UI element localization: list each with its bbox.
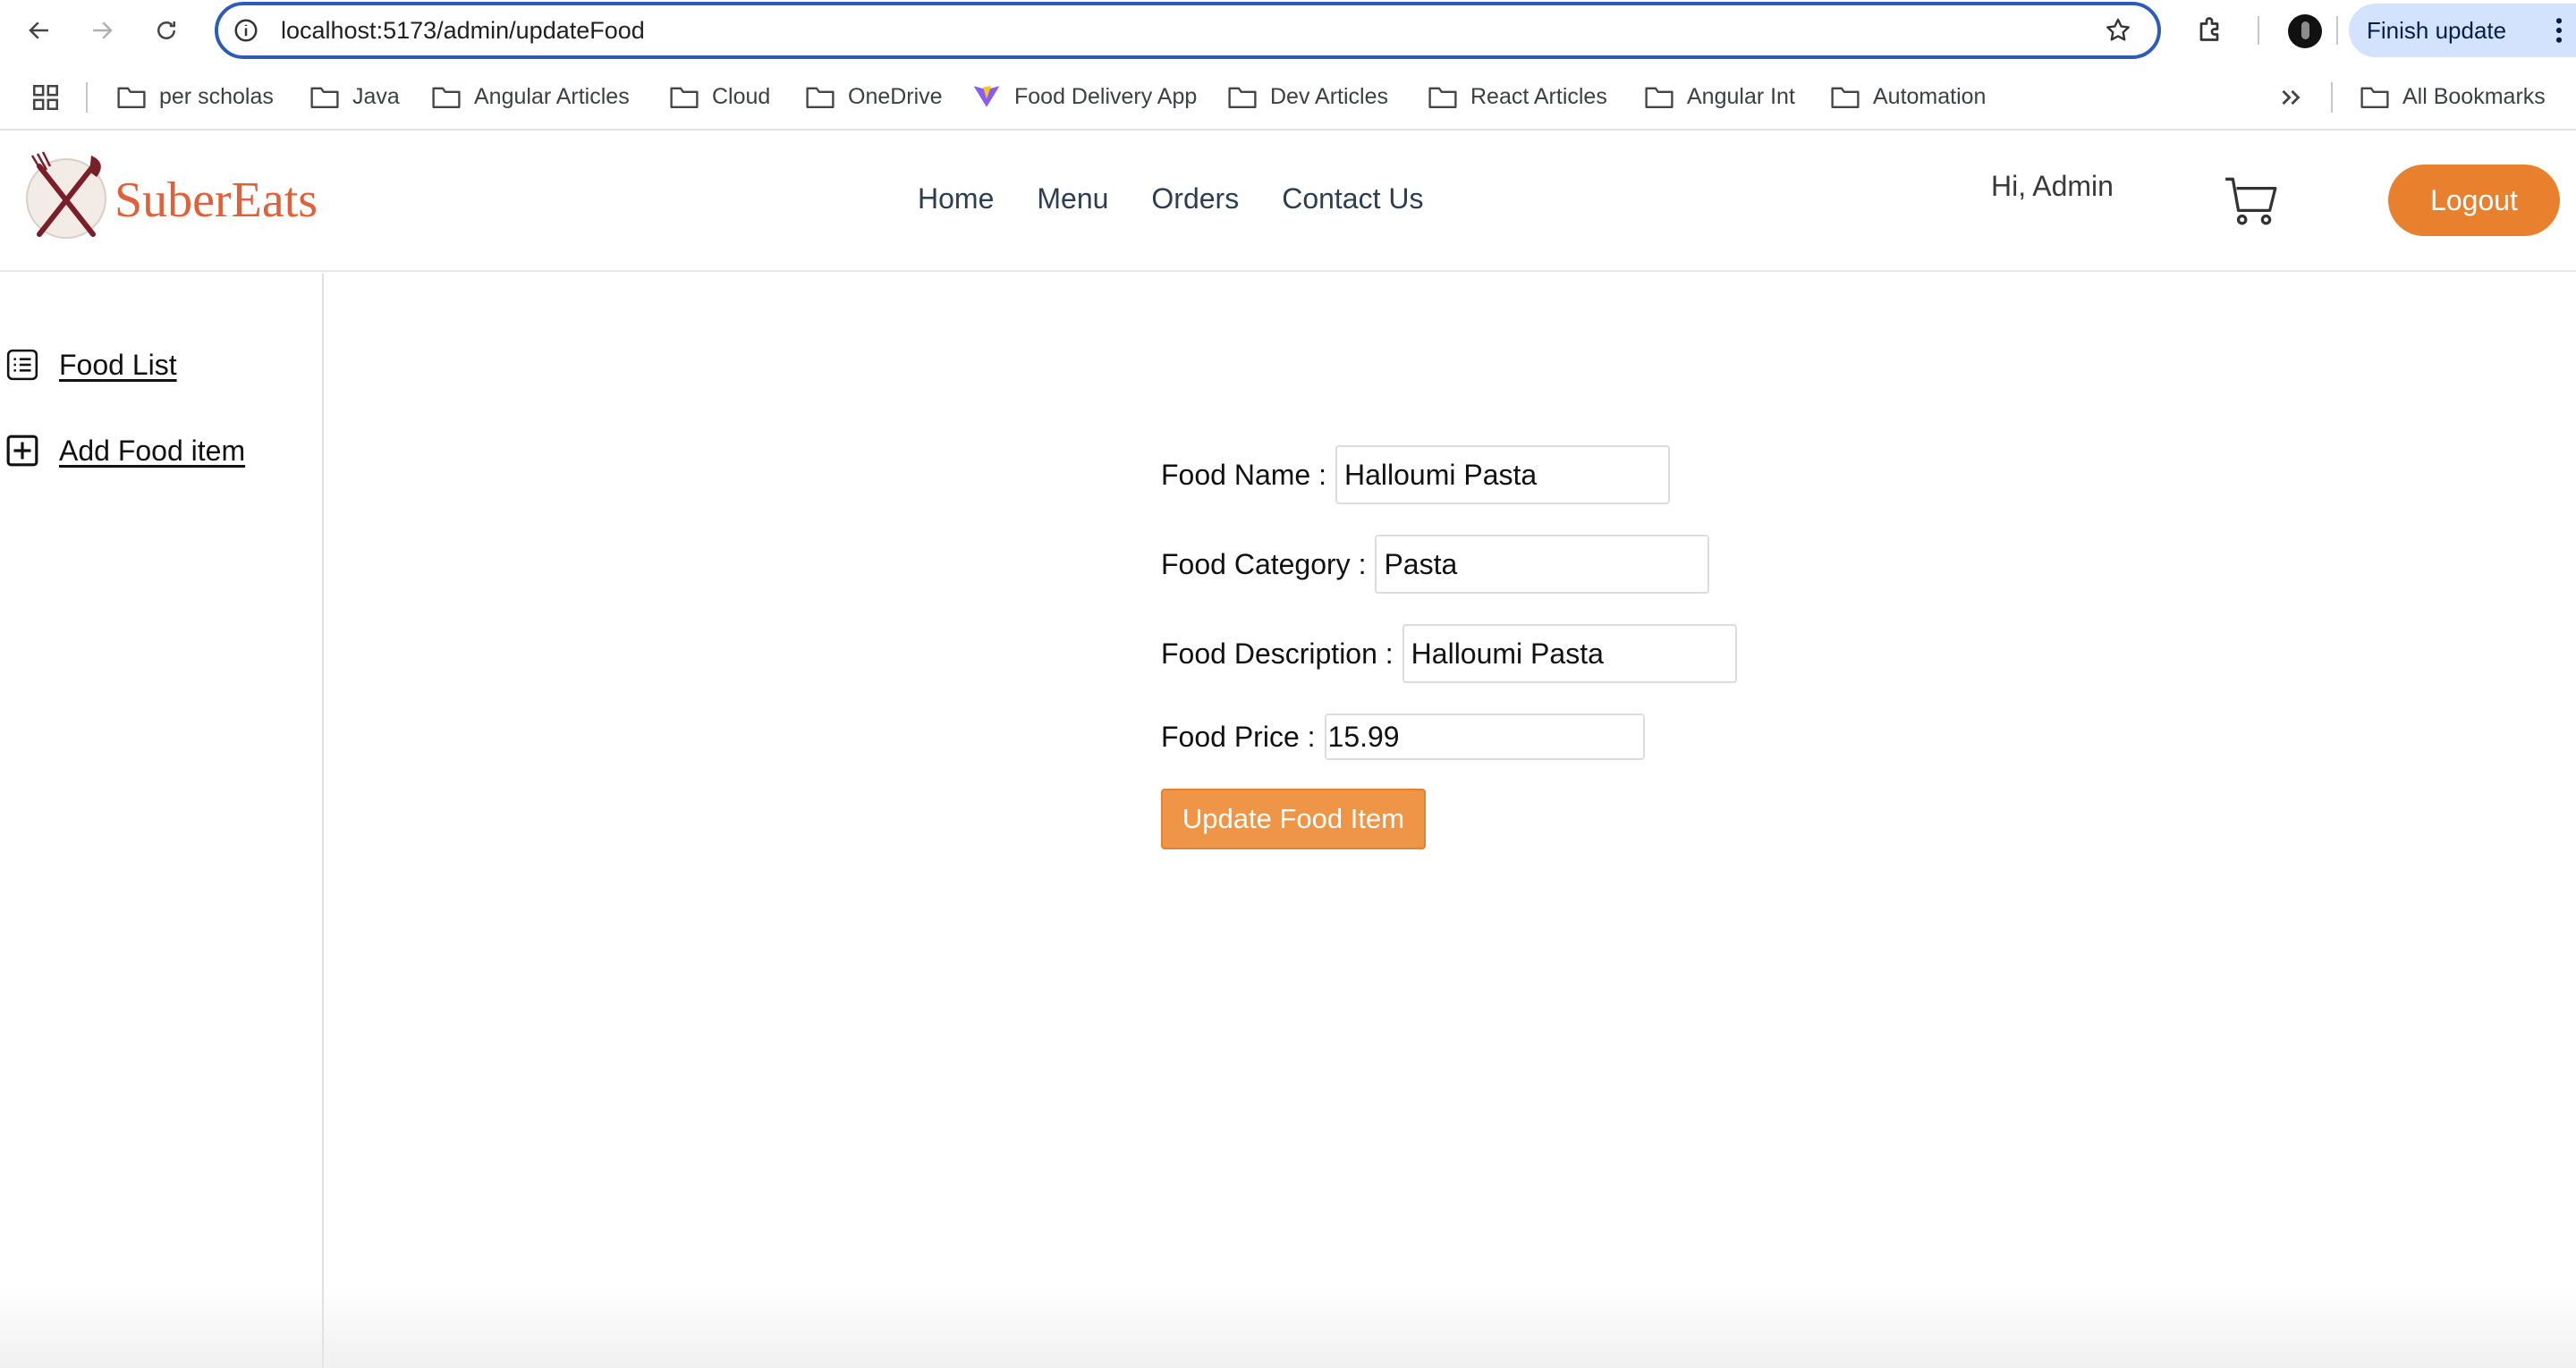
extensions-icon[interactable] — [2193, 14, 2225, 46]
finish-update-label: Finish update — [2367, 16, 2507, 44]
address-bar[interactable]: localhost:5173/admin/updateFood — [215, 2, 2161, 59]
fork-knife-logo-icon[interactable] — [21, 150, 111, 243]
folder-icon — [1228, 87, 1257, 108]
bookmark-label: Automation — [1873, 83, 1987, 109]
back-button[interactable] — [20, 11, 59, 50]
profile-avatar[interactable] — [2288, 14, 2322, 48]
bookmark-label: Java — [352, 83, 400, 109]
bookmark-item[interactable]: Angular Int — [1644, 79, 1795, 114]
folder-icon — [117, 87, 146, 108]
app-header: SuberEats Home Menu Orders Contact Us Hi… — [0, 132, 2576, 272]
all-bookmarks-label: All Bookmarks — [2402, 83, 2546, 109]
toolbar-divider — [2336, 16, 2338, 45]
toolbar-divider — [2258, 16, 2259, 45]
folder-icon — [806, 87, 835, 108]
bookmark-label: Angular Articles — [474, 83, 630, 109]
vite-icon — [973, 86, 1000, 107]
bookmark-label: Angular Int — [1687, 83, 1795, 109]
food-price-label: Food Price : — [1161, 720, 1316, 753]
folder-icon — [1428, 87, 1457, 108]
food-name-input[interactable] — [1335, 445, 1670, 504]
url-text[interactable]: localhost:5173/admin/updateFood — [281, 17, 645, 45]
bookmark-item[interactable]: Food Delivery App — [971, 79, 1197, 114]
arrow-left-icon — [29, 21, 48, 39]
arrow-right-icon — [93, 21, 113, 39]
nav-home[interactable]: Home — [918, 182, 994, 215]
admin-sidebar: Food List Add Food item — [0, 274, 324, 1368]
logout-button[interactable]: Logout — [2388, 165, 2560, 236]
browser-toolbar: localhost:5173/admin/updateFood Finish u… — [0, 0, 2576, 61]
folder-icon — [670, 87, 699, 108]
bookmark-item[interactable]: Java — [309, 79, 400, 114]
all-bookmarks-button[interactable]: All Bookmarks — [2360, 79, 2546, 114]
site-info-icon[interactable] — [233, 17, 259, 44]
bookmarks-bar: per scholas Java Angular Articles Cloud … — [0, 63, 2576, 131]
brand-name[interactable]: SuberEats — [114, 172, 318, 229]
update-food-button[interactable]: Update Food Item — [1161, 789, 1426, 849]
food-name-row: Food Name : — [1161, 445, 1670, 504]
more-menu-icon[interactable] — [2555, 16, 2563, 45]
food-name-label: Food Name : — [1161, 458, 1326, 491]
bookmark-label: Cloud — [712, 83, 771, 109]
bookmark-item[interactable]: per scholas — [116, 79, 274, 114]
plus-square-icon — [6, 435, 38, 467]
folder-icon — [1645, 87, 1674, 108]
chevron-double-right-icon[interactable] — [2275, 82, 2306, 113]
bookmark-label: per scholas — [159, 83, 274, 109]
sidebar-item-label[interactable]: Add Food item — [59, 435, 245, 468]
user-greeting: Hi, Admin — [1991, 170, 2114, 202]
sidebar-item-food-list[interactable]: Food List — [5, 347, 177, 383]
bookmark-label: Food Delivery App — [1014, 83, 1198, 109]
food-description-label: Food Description : — [1161, 637, 1394, 670]
page: localhost:5173/admin/updateFood Finish u… — [0, 0, 2576, 1368]
folder-icon — [432, 87, 461, 108]
food-category-input[interactable] — [1375, 535, 1710, 594]
bookmark-item[interactable]: OneDrive — [805, 79, 943, 114]
main-nav: Home Menu Orders Contact Us — [918, 182, 1466, 215]
reload-icon — [157, 21, 175, 39]
bookmark-label: React Articles — [1470, 83, 1607, 109]
bookmark-item[interactable]: Automation — [1830, 79, 1986, 114]
nav-menu[interactable]: Menu — [1037, 182, 1108, 215]
bookmark-item[interactable]: Angular Articles — [431, 79, 630, 114]
bookmark-star-icon[interactable] — [2104, 16, 2132, 45]
apps-grid-icon[interactable] — [30, 82, 61, 113]
bookmark-label: Dev Articles — [1270, 83, 1388, 109]
folder-icon — [1831, 87, 1860, 108]
folder-icon — [2360, 87, 2389, 108]
list-icon — [6, 349, 38, 381]
nav-orders[interactable]: Orders — [1151, 182, 1239, 215]
food-description-row: Food Description : — [1161, 624, 1737, 683]
finish-update-button[interactable]: Finish update — [2349, 4, 2576, 57]
bookmark-item[interactable]: Dev Articles — [1227, 79, 1388, 114]
food-price-input[interactable] — [1324, 714, 1645, 760]
bottom-shadow — [0, 1288, 2576, 1368]
sidebar-item-label[interactable]: Food List — [59, 349, 177, 382]
forward-button[interactable] — [82, 11, 122, 50]
food-category-row: Food Category : — [1161, 535, 1710, 594]
nav-contact-us[interactable]: Contact Us — [1282, 182, 1423, 215]
cart-icon[interactable] — [2222, 170, 2281, 229]
bookmark-item[interactable]: Cloud — [669, 79, 770, 114]
bookmarks-divider — [2331, 82, 2333, 113]
food-category-label: Food Category : — [1161, 547, 1367, 580]
bookmarks-divider — [86, 82, 88, 113]
reload-button[interactable] — [147, 11, 186, 50]
folder-icon — [310, 87, 339, 108]
bookmark-label: OneDrive — [848, 83, 943, 109]
food-price-row: Food Price : — [1161, 714, 1645, 760]
bookmark-item[interactable]: React Articles — [1428, 79, 1607, 114]
food-description-input[interactable] — [1402, 624, 1737, 683]
sidebar-item-add-food[interactable]: Add Food item — [5, 433, 245, 469]
